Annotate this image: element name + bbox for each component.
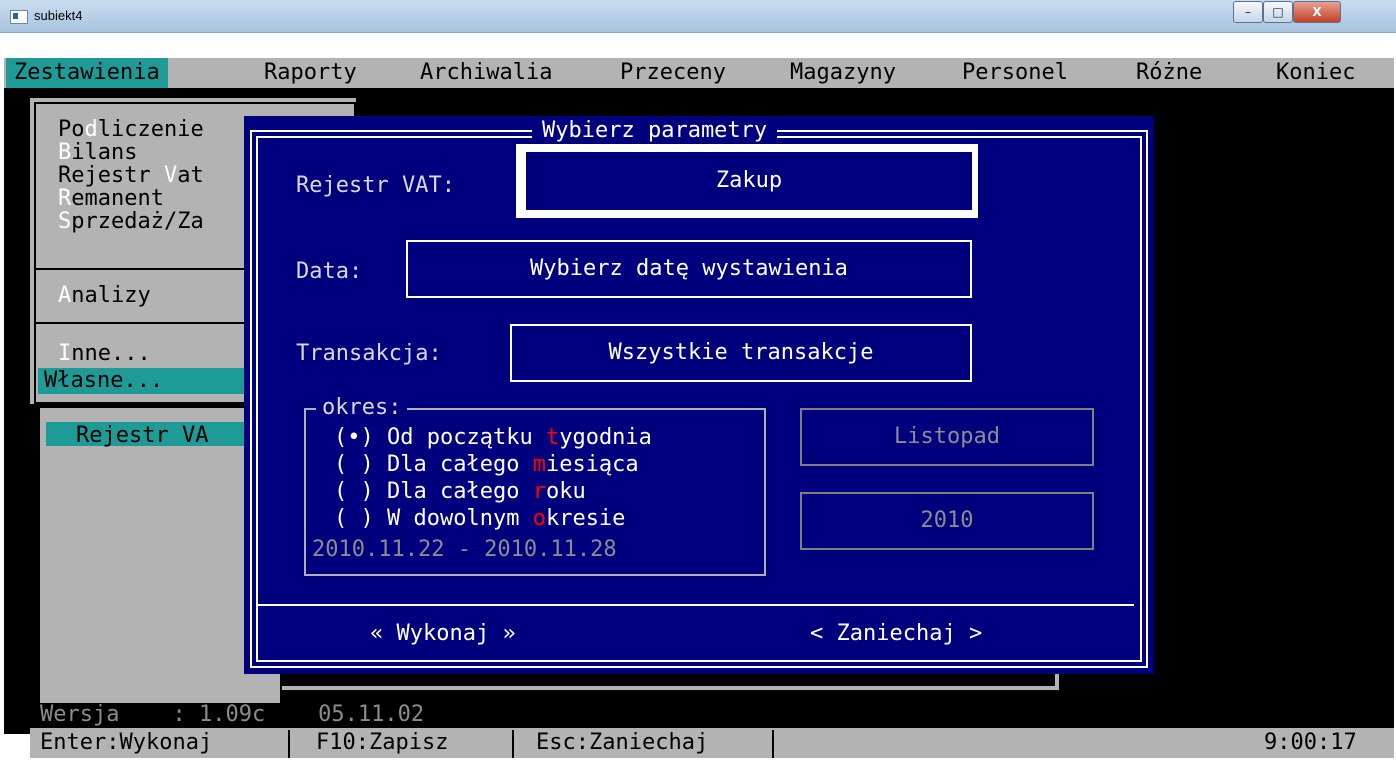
execute-button[interactable]: « Wykonaj » bbox=[370, 622, 516, 646]
year-field[interactable]: 2010 bbox=[800, 492, 1094, 550]
minimize-button[interactable]: – bbox=[1233, 1, 1263, 23]
version-line: Wersja : 1.09c 05.11.02 bbox=[40, 702, 425, 727]
vat-register-label: Rejestr VAT: bbox=[296, 173, 455, 198]
dropdown-item-remanent[interactable]: Remanent bbox=[58, 187, 164, 211]
dropdown-item-bilans[interactable]: Bilans bbox=[58, 141, 137, 165]
status-separator bbox=[512, 730, 514, 758]
dialog-divider bbox=[258, 604, 1134, 606]
period-legend: okres: bbox=[316, 396, 408, 420]
radio-week[interactable]: (•) Od początku tygodnia bbox=[334, 426, 652, 450]
menu-archiwalia[interactable]: Archiwalia bbox=[420, 61, 552, 85]
submenu-item-rejestr-vat[interactable]: Rejestr VA bbox=[76, 424, 208, 448]
app-icon bbox=[10, 10, 28, 24]
radio-month[interactable]: ( ) Dla całego miesiąca bbox=[334, 453, 639, 477]
transaction-label: Transakcja: bbox=[296, 341, 442, 366]
dropdown-item-rejestr-vat[interactable]: Rejestr Vat bbox=[58, 164, 204, 188]
status-separator bbox=[288, 730, 290, 758]
window-titlebar bbox=[0, 0, 1396, 33]
dropdown-item-sprzedaz[interactable]: Sprzedaż/Za bbox=[58, 210, 204, 234]
dropdown-item-inne[interactable]: Inne... bbox=[58, 342, 151, 366]
menu-raporty[interactable]: Raporty bbox=[264, 61, 357, 85]
window-title: subiekt4 bbox=[34, 8, 83, 23]
status-f10-hint: F10:Zapisz bbox=[316, 730, 449, 755]
menu-personel[interactable]: Personel bbox=[962, 61, 1068, 85]
menu-przeceny[interactable]: Przeceny bbox=[620, 61, 726, 85]
radio-custom[interactable]: ( ) W dowolnym okresie bbox=[334, 507, 625, 531]
menu-zestawienia[interactable]: Zestawienia bbox=[6, 58, 168, 88]
cancel-button[interactable]: < Zaniechaj > bbox=[810, 622, 982, 646]
menu-koniec[interactable]: Koniec bbox=[1276, 61, 1355, 85]
menu-rozne[interactable]: Różne bbox=[1136, 61, 1202, 85]
maximize-button[interactable]: □ bbox=[1263, 1, 1293, 23]
menu-magazyny[interactable]: Magazyny bbox=[790, 61, 896, 85]
dropdown-item-wlasne[interactable]: Własne... bbox=[44, 369, 163, 393]
status-esc-hint: Esc:Zaniechaj bbox=[536, 730, 709, 755]
date-label: Data: bbox=[296, 259, 363, 284]
dropdown-item-analizy[interactable]: Analizy bbox=[58, 284, 151, 308]
radio-year[interactable]: ( ) Dla całego roku bbox=[334, 480, 586, 504]
date-range-text: 2010.11.22 - 2010.11.28 bbox=[312, 537, 617, 562]
status-bar bbox=[30, 728, 1394, 758]
window-frame-edge bbox=[282, 686, 1059, 690]
status-enter-hint: Enter:Wykonaj bbox=[40, 730, 213, 755]
status-separator bbox=[772, 730, 774, 758]
status-clock: 9:00:17 bbox=[1264, 730, 1357, 755]
month-field[interactable]: Listopad bbox=[800, 408, 1094, 466]
dialog-title: Wybierz parametry bbox=[532, 118, 778, 144]
close-button[interactable]: X bbox=[1293, 1, 1341, 23]
vat-register-select[interactable]: Zakup bbox=[526, 152, 972, 210]
dropdown-item-podliczenie[interactable]: Podliczenie bbox=[58, 118, 204, 142]
date-select[interactable]: Wybierz datę wystawienia bbox=[406, 240, 972, 298]
transaction-select[interactable]: Wszystkie transakcje bbox=[510, 324, 972, 382]
